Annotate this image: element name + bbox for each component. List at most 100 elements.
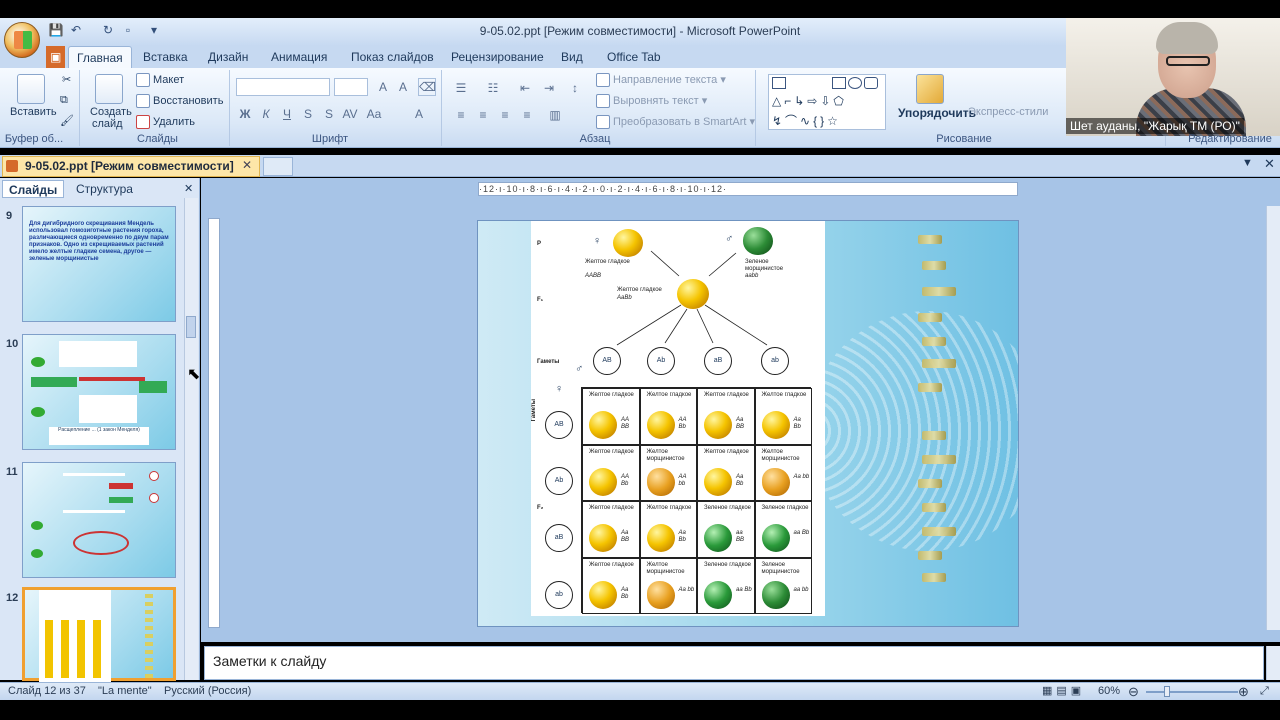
- justify-icon[interactable]: ≡: [518, 106, 536, 124]
- copy-icon[interactable]: ⧉: [60, 94, 68, 107]
- font-size-combo[interactable]: [334, 78, 368, 96]
- notes-scrollbar[interactable]: [1266, 646, 1280, 680]
- delete-icon: [136, 115, 150, 129]
- slide-thumbnail-12[interactable]: [22, 587, 176, 682]
- language-indicator[interactable]: Русский (Россия): [164, 683, 251, 700]
- bold-icon[interactable]: Ж: [236, 105, 254, 123]
- paste-button[interactable]: Вставить: [10, 106, 57, 118]
- font-name-combo[interactable]: [236, 78, 330, 96]
- punnett-cell: Зеленое гладкое aa Bb: [697, 557, 755, 614]
- grow-font-icon[interactable]: A: [374, 78, 392, 96]
- document-tab[interactable]: 9-05.02.ppt [Режим совместимости]: [2, 156, 260, 177]
- tab-slideshow[interactable]: Показ слайдов: [343, 46, 442, 68]
- arrange-icon[interactable]: [916, 74, 944, 104]
- slide-thumbnail-9[interactable]: Для дигибридного скрещивания Мендель исп…: [22, 206, 176, 322]
- underline-icon[interactable]: Ч: [278, 105, 296, 123]
- font-color-icon[interactable]: A: [410, 105, 428, 123]
- cell-genotype: Aa Bb: [736, 473, 744, 487]
- slide-canvas[interactable]: P ♀ Желтое гладкое AABB ♂ Зеленое морщин…: [477, 220, 1019, 627]
- layout-icon: [136, 73, 150, 87]
- cell-phenotype: Зеленое гладкое: [704, 505, 752, 511]
- punnett-cell: Желтое гладкое Aa Bb: [639, 501, 697, 558]
- new-slide-icon[interactable]: [95, 74, 123, 104]
- clear-format-icon[interactable]: ⌫: [418, 78, 436, 96]
- thumb-caption: Расщепление ... (1 закон Менделя): [49, 427, 149, 445]
- shape-oval-icon[interactable]: [848, 77, 862, 89]
- align-text-button[interactable]: Выровнять текст ▾: [596, 94, 707, 109]
- office-tab-icon[interactable]: ▣: [46, 46, 66, 68]
- thumbs-scroll-thumb[interactable]: [186, 316, 196, 338]
- text-direction-icon: [596, 73, 610, 88]
- view-buttons-icon[interactable]: ▦▤▣: [1042, 683, 1085, 700]
- seed-y: [704, 467, 732, 496]
- thumb-number: 9: [6, 210, 13, 222]
- zoom-level[interactable]: 60%: [1098, 683, 1120, 700]
- delete-slide-button[interactable]: Удалить: [136, 115, 195, 129]
- case-icon[interactable]: Aa: [365, 105, 383, 123]
- thumb-number: 11: [6, 466, 18, 478]
- layout-button[interactable]: Макет: [136, 73, 184, 87]
- align-left-icon[interactable]: ≡: [452, 106, 470, 124]
- gamete-aB: aB: [704, 347, 732, 375]
- shape-textbox-icon[interactable]: [772, 77, 786, 89]
- close-pane-icon[interactable]: ✕: [184, 182, 193, 195]
- tab-outline[interactable]: Структура: [76, 180, 133, 198]
- cut-icon[interactable]: ✂: [62, 73, 71, 86]
- shape-row2-icon[interactable]: △⌐↳⇨⇩⬠: [772, 94, 847, 108]
- zoom-out-icon[interactable]: ⊖: [1128, 683, 1139, 700]
- tab-design[interactable]: Дизайн: [200, 46, 256, 68]
- shrink-font-icon[interactable]: A: [394, 78, 412, 96]
- decor-glyph: [918, 383, 942, 392]
- spacing-icon[interactable]: AV: [341, 105, 359, 123]
- fit-slide-icon[interactable]: ⤢: [1260, 683, 1269, 700]
- gametes-vertical-label: Гаметы: [531, 399, 537, 422]
- new-tab-button[interactable]: [263, 157, 293, 176]
- zoom-slider[interactable]: [1146, 691, 1238, 693]
- align-right-icon[interactable]: ≡: [496, 106, 514, 124]
- notes-pane[interactable]: Заметки к слайду: [204, 646, 1264, 680]
- slide-thumbnail-10[interactable]: Расщепление ... (1 закон Менделя): [22, 334, 176, 450]
- thumbs-scrollbar[interactable]: [184, 198, 198, 680]
- tab-review[interactable]: Рецензирование: [443, 46, 552, 68]
- tab-insert[interactable]: Вставка: [135, 46, 196, 68]
- line-spacing-icon[interactable]: ↕: [566, 79, 584, 97]
- tab-animation[interactable]: Анимация: [263, 46, 335, 68]
- seed-y: [589, 411, 617, 439]
- strike-icon[interactable]: S: [299, 105, 317, 123]
- align-center-icon[interactable]: ≡: [474, 106, 492, 124]
- smartart-button[interactable]: Преобразовать в SmartArt ▾: [596, 115, 755, 130]
- thumb-pea: [31, 549, 43, 558]
- columns-icon[interactable]: ▥: [546, 106, 564, 124]
- shape-rect-icon[interactable]: [832, 77, 846, 89]
- slide-thumbnail-11[interactable]: [22, 462, 176, 578]
- zoom-in-icon[interactable]: ⊕: [1238, 683, 1249, 700]
- shadow-icon[interactable]: S: [320, 105, 338, 123]
- arrange-button[interactable]: Упорядочить: [898, 106, 976, 120]
- editor-scrollbar[interactable]: [1266, 206, 1280, 630]
- quick-styles-button[interactable]: Экспресс-стили: [968, 106, 1048, 118]
- new-slide-button[interactable]: Создать: [90, 106, 132, 118]
- bullets-icon[interactable]: ☰: [452, 79, 470, 97]
- increase-indent-icon[interactable]: ⇥: [540, 79, 558, 97]
- paste-icon[interactable]: [17, 74, 45, 104]
- new-slide-button-line2[interactable]: слайд: [92, 118, 123, 130]
- office-button[interactable]: [4, 22, 40, 58]
- close-window-icon[interactable]: ✕: [1264, 156, 1275, 172]
- format-painter-icon[interactable]: 🖌: [60, 114, 74, 127]
- shape-row3-icon[interactable]: ↯⌒∿{}☆: [772, 112, 841, 129]
- cell-phenotype: Зеленое морщинистое: [761, 561, 800, 575]
- tab-home[interactable]: Главная: [68, 46, 132, 68]
- text-direction-button[interactable]: Направление текста ▾: [596, 73, 726, 88]
- cell-phenotype: Желтое гладкое: [589, 561, 634, 568]
- tab-office-tab[interactable]: Office Tab: [599, 46, 669, 68]
- close-tab-icon[interactable]: ✕: [242, 158, 252, 172]
- decrease-indent-icon[interactable]: ⇤: [516, 79, 534, 97]
- tab-list-icon[interactable]: ▼: [1242, 157, 1253, 169]
- zoom-slider-thumb[interactable]: [1164, 686, 1170, 697]
- shape-rounded-icon[interactable]: [864, 77, 878, 89]
- reset-button[interactable]: Восстановить: [136, 94, 223, 108]
- italic-icon[interactable]: К: [257, 105, 275, 123]
- numbering-icon[interactable]: ☷: [484, 79, 502, 97]
- tab-slides[interactable]: Слайды: [2, 180, 64, 198]
- tab-view[interactable]: Вид: [553, 46, 591, 68]
